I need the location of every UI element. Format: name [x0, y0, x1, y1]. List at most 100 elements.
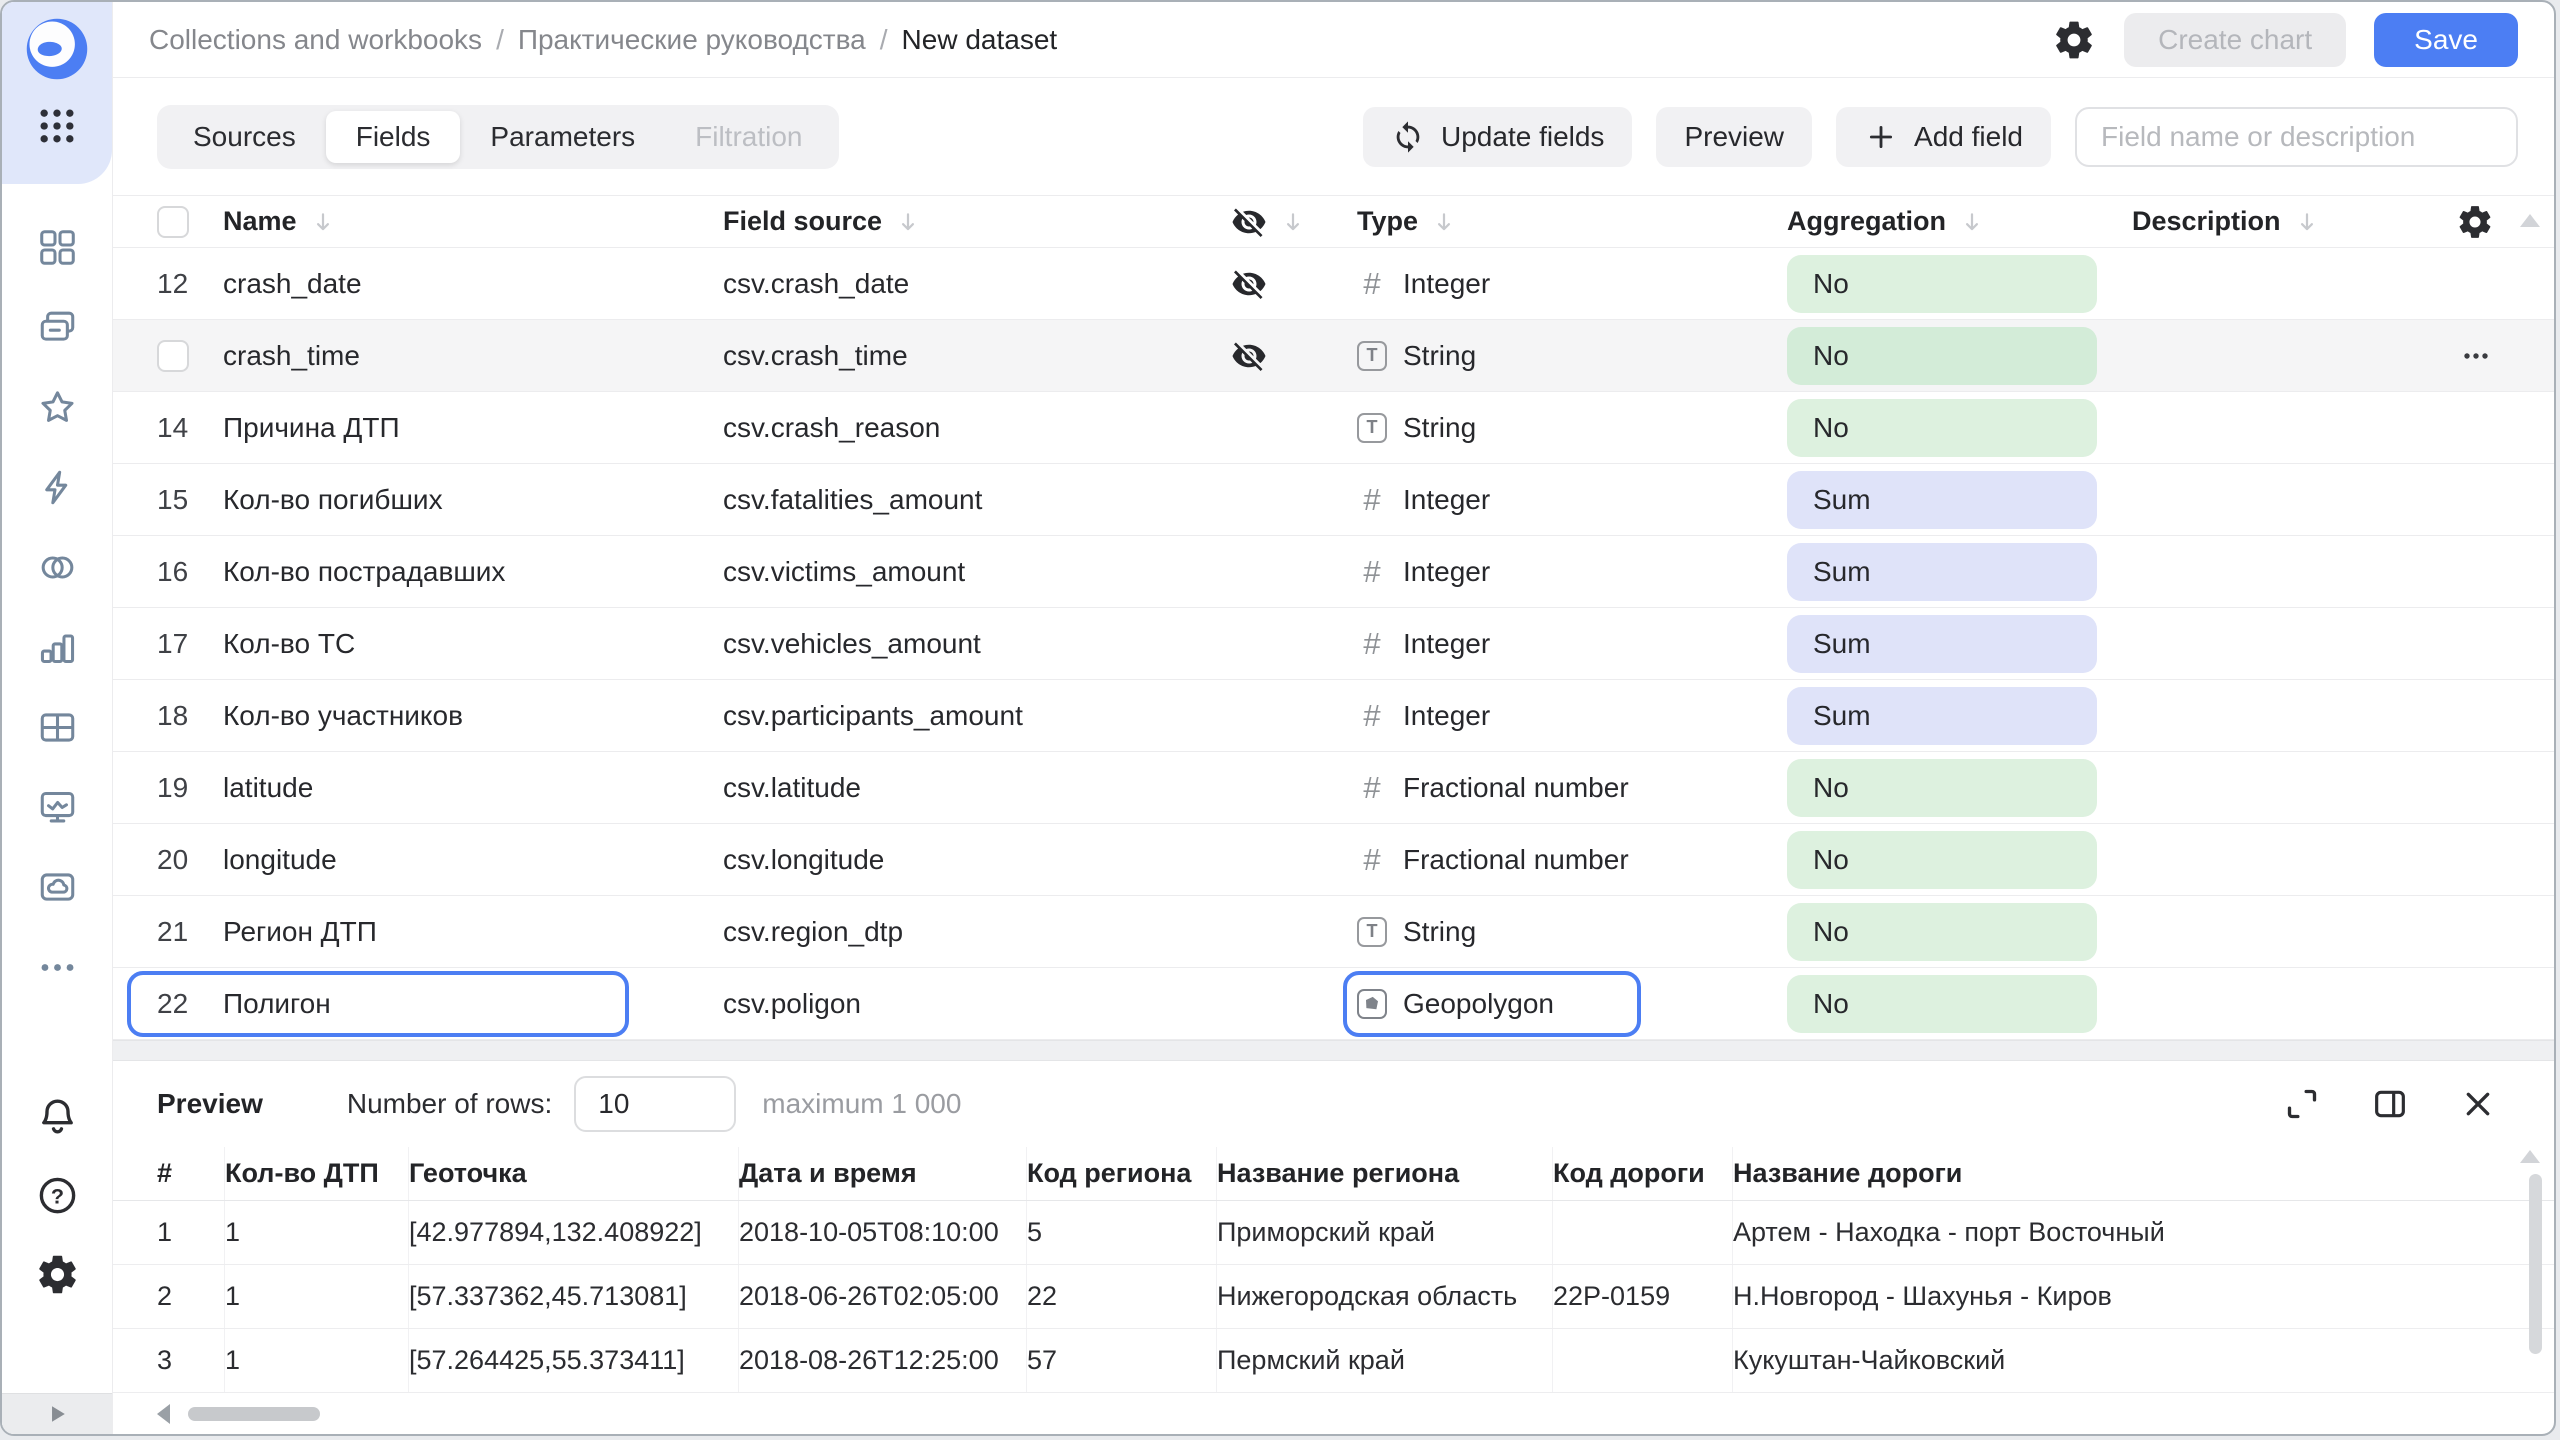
dataset-settings-gear-icon[interactable]	[2052, 18, 2096, 62]
column-header-visibility[interactable]	[1217, 204, 1357, 240]
aggregation-select[interactable]: No	[1787, 759, 2097, 817]
field-name-cell[interactable]: Кол-во погибших	[223, 484, 723, 516]
preview-scroll-up-icon[interactable]	[2520, 1150, 2540, 1163]
fields-scroll-up-icon[interactable]	[2520, 214, 2540, 227]
field-name-cell[interactable]: Регион ДТП	[223, 916, 723, 948]
breadcrumb-item[interactable]: Практические руководства	[518, 24, 866, 56]
field-type-select[interactable]: TString	[1357, 916, 1787, 948]
sidebar-item-monitoring[interactable]	[36, 786, 79, 829]
tab-sources[interactable]: Sources	[163, 111, 326, 163]
field-row[interactable]: 14Причина ДТПcsv.crash_reasonTStringNo	[113, 392, 2554, 464]
field-row[interactable]: 21Регион ДТПcsv.region_dtpTStringNo	[113, 896, 2554, 968]
aggregation-select[interactable]: Sum	[1787, 687, 2097, 745]
sort-down-icon[interactable]	[2293, 208, 2321, 236]
aggregation-select[interactable]: Sum	[1787, 615, 2097, 673]
sidebar-item-shortcuts[interactable]	[36, 466, 79, 509]
datalens-logo-icon[interactable]	[24, 16, 90, 82]
field-type-select[interactable]: TString	[1357, 340, 1787, 372]
breadcrumb-item[interactable]: Collections and workbooks	[149, 24, 482, 56]
field-row[interactable]: 19latitudecsv.latitude#Fractional number…	[113, 752, 2554, 824]
aggregation-select[interactable]: No	[1787, 399, 2097, 457]
sort-down-icon[interactable]	[1958, 208, 1986, 236]
sidebar-item-notifications[interactable]	[35, 1094, 80, 1139]
sidebar-item-favorites[interactable]	[36, 386, 79, 429]
field-type-select[interactable]: Geopolygon	[1357, 988, 1787, 1020]
field-type-select[interactable]: #Integer	[1357, 698, 1787, 734]
field-name-cell[interactable]: latitude	[223, 772, 723, 804]
field-name-cell[interactable]: Полигон	[223, 988, 723, 1020]
aggregation-select[interactable]: Sum	[1787, 471, 2097, 529]
update-fields-button[interactable]: Update fields	[1363, 107, 1632, 167]
field-name-cell[interactable]: Кол-во ТС	[223, 628, 723, 660]
row-menu-button[interactable]	[2458, 338, 2494, 374]
apps-grid-icon[interactable]	[35, 104, 79, 148]
add-field-button[interactable]: Add field	[1836, 107, 2051, 167]
aggregation-select[interactable]: No	[1787, 903, 2097, 961]
column-header-type[interactable]: Type	[1357, 206, 1787, 237]
select-all-checkbox[interactable]	[157, 206, 189, 238]
sort-down-icon[interactable]	[1430, 208, 1458, 236]
rows-count-input[interactable]	[574, 1076, 736, 1132]
sidebar-item-storage[interactable]	[36, 866, 79, 909]
tab-parameters[interactable]: Parameters	[460, 111, 665, 163]
field-name-cell[interactable]: Кол-во участников	[223, 700, 723, 732]
field-type-select[interactable]: #Fractional number	[1357, 842, 1787, 878]
aggregation-select[interactable]: No	[1787, 975, 2097, 1033]
field-row[interactable]: 12crash_datecsv.crash_date#IntegerNo	[113, 248, 2554, 320]
field-name-cell[interactable]: Кол-во пострадавших	[223, 556, 723, 588]
preview-resize-handle[interactable]	[113, 1040, 2554, 1061]
field-type-select[interactable]: #Integer	[1357, 482, 1787, 518]
sort-down-icon[interactable]	[309, 208, 337, 236]
field-row[interactable]: 18Кол-во участниковcsv.participants_amou…	[113, 680, 2554, 752]
field-name-cell[interactable]: longitude	[223, 844, 723, 876]
field-row[interactable]: 15Кол-во погибшихcsv.fatalities_amount#I…	[113, 464, 2554, 536]
field-type-select[interactable]: #Integer	[1357, 554, 1787, 590]
field-type-select[interactable]: #Integer	[1357, 626, 1787, 662]
field-name-cell[interactable]: crash_time	[223, 340, 723, 372]
field-search-input[interactable]	[2075, 107, 2518, 167]
column-header-field-source[interactable]: Field source	[723, 206, 1217, 237]
sidebar-item-connections[interactable]	[36, 546, 79, 589]
close-preview-icon[interactable]	[2458, 1084, 2498, 1124]
field-type-select[interactable]: TString	[1357, 412, 1787, 444]
tab-fields[interactable]: Fields	[326, 111, 461, 163]
side-panel-icon[interactable]	[2370, 1084, 2410, 1124]
sidebar-item-collections[interactable]	[36, 306, 79, 349]
field-type-select[interactable]: #Integer	[1357, 266, 1787, 302]
scroll-left-arrow-icon[interactable]	[157, 1404, 170, 1424]
sort-down-icon[interactable]	[894, 208, 922, 236]
sidebar-item-help[interactable]: ?	[35, 1173, 80, 1218]
sort-down-icon[interactable]	[1279, 208, 1307, 236]
sidebar-item-tables[interactable]	[36, 706, 79, 749]
column-header-name[interactable]: Name	[223, 206, 723, 237]
field-name-cell[interactable]: crash_date	[223, 268, 723, 300]
sidebar-item-more[interactable]	[36, 946, 79, 989]
expand-panel-icon[interactable]	[40, 1397, 74, 1431]
field-name-cell[interactable]: Причина ДТП	[223, 412, 723, 444]
horizontal-scrollbar-thumb[interactable]	[188, 1407, 320, 1421]
preview-button[interactable]: Preview	[1656, 107, 1812, 167]
column-header-aggregation[interactable]: Aggregation	[1787, 206, 2132, 237]
field-row[interactable]: 22Полигонcsv.poligonGeopolygonNo	[113, 968, 2554, 1040]
field-row[interactable]: 17Кол-во ТСcsv.vehicles_amount#IntegerSu…	[113, 608, 2554, 680]
hidden-field-icon[interactable]	[1231, 338, 1267, 374]
sidebar-item-settings[interactable]	[35, 1252, 80, 1297]
field-row[interactable]: 16Кол-во пострадавшихcsv.victims_amount#…	[113, 536, 2554, 608]
aggregation-select[interactable]: Sum	[1787, 543, 2097, 601]
sidebar-item-dashboards[interactable]	[36, 226, 79, 269]
row-checkbox[interactable]	[157, 340, 189, 372]
preview-scrollbar-thumb[interactable]	[2529, 1174, 2542, 1354]
preview-cell: 2018-06-26T02:05:00	[739, 1265, 1027, 1328]
aggregation-select[interactable]: No	[1787, 831, 2097, 889]
aggregation-select[interactable]: No	[1787, 327, 2097, 385]
sidebar-item-charts[interactable]	[36, 626, 79, 669]
save-button[interactable]: Save	[2374, 13, 2518, 67]
table-settings-gear-icon[interactable]	[2456, 203, 2494, 241]
field-row[interactable]: crash_timecsv.crash_timeTStringNo	[113, 320, 2554, 392]
maximize-preview-icon[interactable]	[2282, 1084, 2322, 1124]
field-row[interactable]: 20longitudecsv.longitude#Fractional numb…	[113, 824, 2554, 896]
column-header-description[interactable]: Description	[2132, 206, 2404, 237]
field-type-select[interactable]: #Fractional number	[1357, 770, 1787, 806]
hidden-field-icon[interactable]	[1231, 266, 1267, 302]
aggregation-select[interactable]: No	[1787, 255, 2097, 313]
